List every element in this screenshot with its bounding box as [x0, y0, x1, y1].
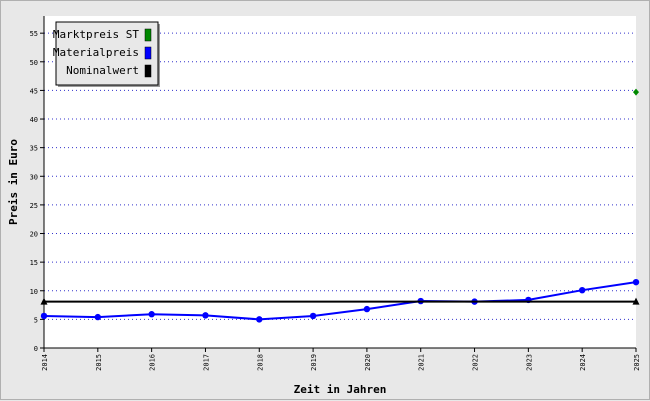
y-tick-label-55: 55	[30, 30, 38, 38]
y-tick-label-50: 50	[30, 59, 38, 67]
x-tick-label-2021: 2021	[418, 354, 426, 371]
point-materialpreis-2019	[309, 312, 317, 320]
x-tick-label-2015: 2015	[95, 354, 103, 371]
legend: Marktpreis ST Materialpreis Nominalwert	[53, 21, 160, 87]
y-tick-label-40: 40	[30, 116, 38, 124]
x-tick-label-2019: 2019	[310, 354, 318, 371]
x-tick-label-2017: 2017	[202, 354, 210, 371]
x-tick-label-2023: 2023	[525, 354, 533, 371]
x-axis-title: Zeit in Jahren	[294, 383, 387, 396]
point-materialpreis-2024	[578, 286, 586, 294]
x-tick-label-2020: 2020	[364, 354, 372, 371]
point-materialpreis-2020	[363, 305, 371, 313]
legend-swatch-nominalwert	[144, 64, 152, 78]
chart-frame: 0 5 10 15 20 25 30 35 40 45 50 55 2014 2015 2016 2017 2…	[0, 0, 650, 400]
point-materialpreis-2016	[148, 311, 155, 318]
point-materialpreis-2017	[202, 312, 209, 319]
point-materialpreis-2018	[256, 316, 263, 323]
point-materialpreis-2015	[94, 313, 102, 321]
y-tick-label-45: 45	[30, 87, 38, 95]
x-tick-label-2024: 2024	[579, 354, 587, 371]
y-tick-label-15: 15	[30, 259, 38, 267]
legend-swatch-materialpreis	[144, 46, 152, 60]
legend-swatch-marktpreis-st	[144, 28, 152, 42]
y-tick-label-30: 30	[30, 173, 38, 181]
y-tick-label-20: 20	[30, 231, 38, 239]
y-axis-title: Preis in Euro	[7, 139, 20, 225]
x-axis: 2014 2015 2016 2017 2018 2019 2020 2021 2022 2023…	[41, 347, 641, 371]
legend-label-nominalwert: Nominalwert	[66, 64, 139, 77]
x-tick-label-2018: 2018	[256, 354, 264, 371]
y-tick-label-25: 25	[30, 202, 38, 210]
point-materialpreis-2025	[632, 278, 640, 286]
y-tick-label-0: 0	[34, 345, 38, 353]
x-tick-label-2022: 2022	[472, 354, 480, 371]
y-tick-label-5: 5	[34, 316, 38, 324]
y-tick-label-10: 10	[30, 288, 38, 296]
x-tick-label-2025: 2025	[633, 354, 641, 371]
x-tick-label-2016: 2016	[149, 354, 157, 371]
x-tick-label-2014: 2014	[41, 354, 49, 371]
legend-label-marktpreis-st: Marktpreis ST	[53, 28, 139, 41]
point-materialpreis-2014	[40, 312, 48, 320]
line-chart: 0510152025303540455055 2014 2015 2016 2017 2…	[7, 16, 641, 396]
y-tick-label-35: 35	[30, 145, 38, 153]
legend-label-materialpreis: Materialpreis	[53, 46, 139, 59]
